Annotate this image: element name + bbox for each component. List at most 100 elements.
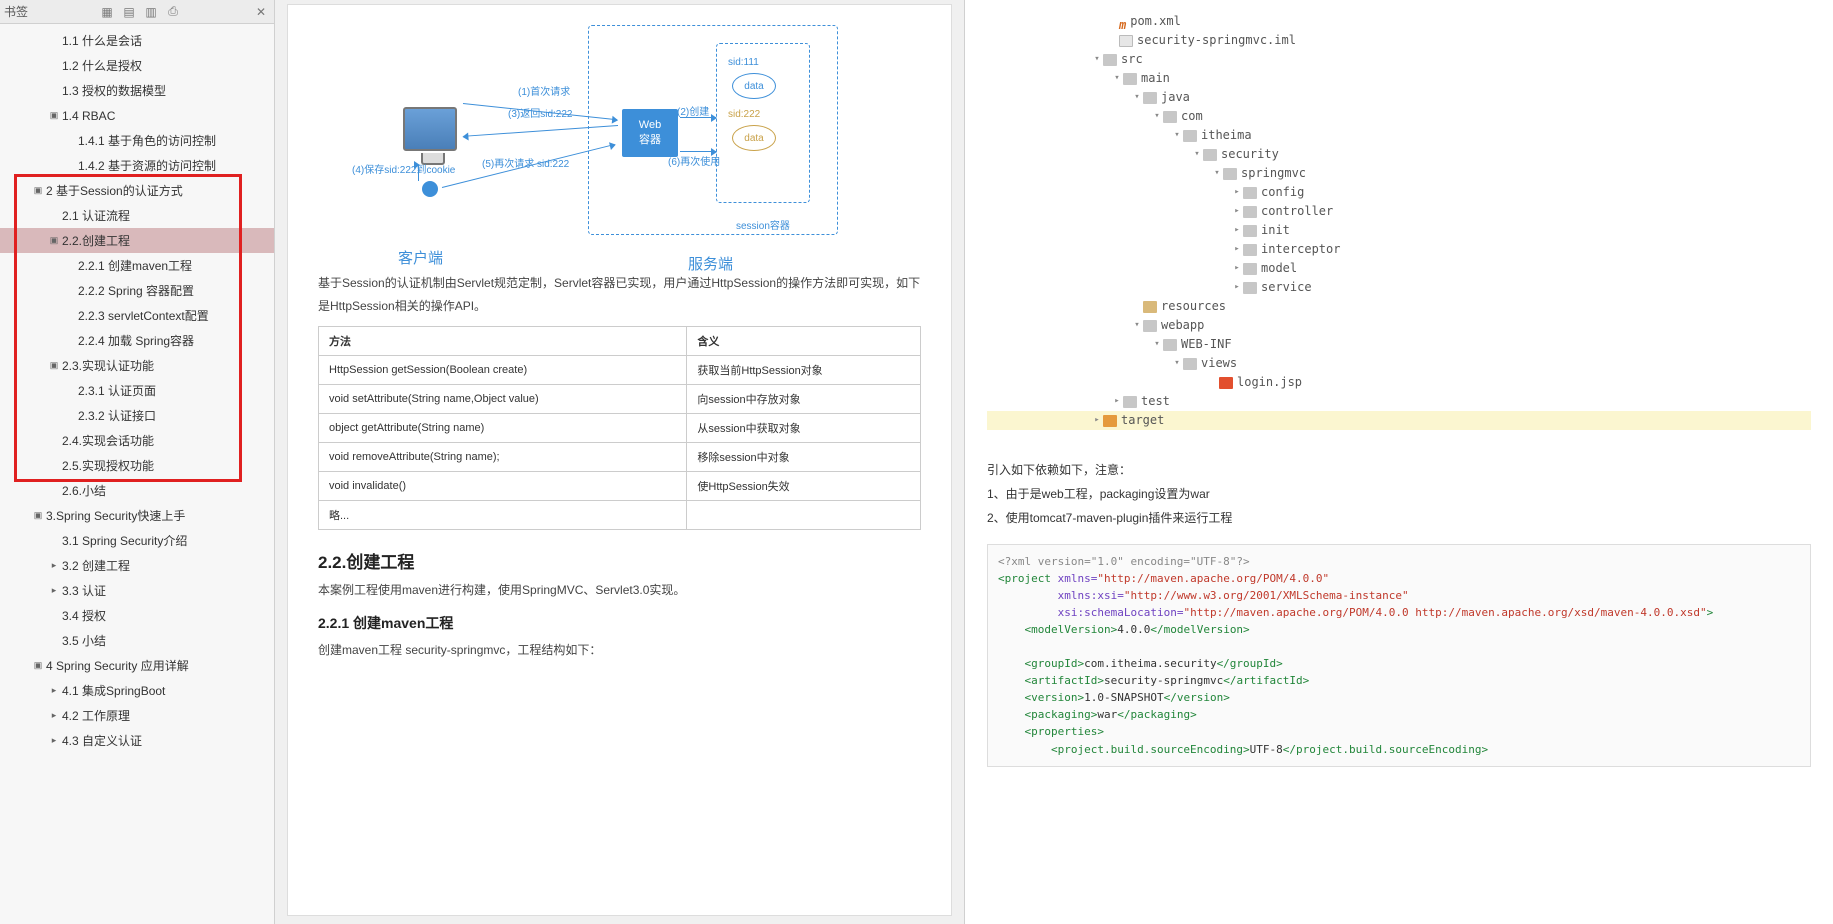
toc-item[interactable]: 2.1 认证流程 — [0, 203, 274, 228]
toc-item[interactable]: 2.5.实现授权功能 — [0, 453, 274, 478]
toc-item[interactable]: ▸3.3 认证 — [0, 578, 274, 603]
twisty-icon[interactable] — [48, 535, 60, 547]
twisty-icon[interactable]: ▾ — [1151, 107, 1163, 126]
twisty-icon[interactable] — [64, 410, 76, 422]
toc-item[interactable]: ▣4 Spring Security 应用详解 — [0, 653, 274, 678]
tree-row[interactable]: ▸config — [987, 183, 1811, 202]
toc-item[interactable]: ▣1.4 RBAC — [0, 103, 274, 128]
twisty-icon[interactable]: ▸ — [1231, 259, 1243, 278]
toc-item[interactable]: 1.4.2 基于资源的访问控制 — [0, 153, 274, 178]
tree-row[interactable]: ▾WEB-INF — [987, 335, 1811, 354]
tree-row[interactable]: mpom.xml — [987, 12, 1811, 31]
tree-row[interactable]: ▸service — [987, 278, 1811, 297]
tree-row[interactable]: ▸target — [987, 411, 1811, 430]
twisty-icon[interactable]: ▾ — [1191, 145, 1203, 164]
twisty-icon[interactable]: ▸ — [1231, 202, 1243, 221]
twisty-icon[interactable]: ▾ — [1171, 354, 1183, 373]
toc-item[interactable]: ▸4.2 工作原理 — [0, 703, 274, 728]
tree-row[interactable]: ▾itheima — [987, 126, 1811, 145]
tree-row[interactable]: ▾security — [987, 145, 1811, 164]
twisty-icon[interactable]: ▾ — [1131, 88, 1143, 107]
toc-item[interactable]: 3.5 小结 — [0, 628, 274, 653]
toc-item[interactable]: 2.4.实现会话功能 — [0, 428, 274, 453]
tree-row[interactable]: security-springmvc.iml — [987, 31, 1811, 50]
tree-row[interactable]: ▸interceptor — [987, 240, 1811, 259]
toc-item[interactable]: 2.2.1 创建maven工程 — [0, 253, 274, 278]
tree-row[interactable]: ▾webapp — [987, 316, 1811, 335]
toc-item[interactable]: 3.4 授权 — [0, 603, 274, 628]
toc-item[interactable]: 2.3.2 认证接口 — [0, 403, 274, 428]
twisty-icon[interactable]: ▾ — [1211, 164, 1223, 183]
tree-row[interactable]: ▸model — [987, 259, 1811, 278]
toc-tree[interactable]: 1.1 什么是会话1.2 什么是授权1.3 授权的数据模型▣1.4 RBAC1.… — [0, 24, 274, 924]
twisty-icon[interactable]: ▣ — [32, 510, 44, 522]
twisty-icon[interactable] — [48, 35, 60, 47]
tree-row[interactable]: ▸init — [987, 221, 1811, 240]
twisty-icon[interactable]: ▾ — [1171, 126, 1183, 145]
options-icon[interactable]: ▥ — [142, 3, 160, 21]
collapse-all-icon[interactable]: ▤ — [120, 3, 138, 21]
twisty-icon[interactable]: ▸ — [1231, 240, 1243, 259]
tree-row[interactable]: resources — [987, 297, 1811, 316]
twisty-icon[interactable] — [48, 460, 60, 472]
print-icon[interactable]: ⎙ — [164, 3, 182, 21]
twisty-icon[interactable]: ▣ — [32, 185, 44, 197]
twisty-icon[interactable]: ▸ — [48, 735, 60, 747]
twisty-icon[interactable] — [48, 610, 60, 622]
toc-item[interactable]: 2.2.2 Spring 容器配置 — [0, 278, 274, 303]
twisty-icon[interactable]: ▾ — [1131, 316, 1143, 335]
tree-row[interactable]: ▸controller — [987, 202, 1811, 221]
toc-item[interactable]: 1.3 授权的数据模型 — [0, 78, 274, 103]
project-file-tree[interactable]: mpom.xmlsecurity-springmvc.iml▾src▾main▾… — [987, 12, 1811, 430]
twisty-icon[interactable]: ▣ — [48, 235, 60, 247]
twisty-icon[interactable] — [48, 635, 60, 647]
toc-item[interactable]: ▣3.Spring Security快速上手 — [0, 503, 274, 528]
toc-item[interactable]: 2.3.1 认证页面 — [0, 378, 274, 403]
tree-row[interactable]: ▾com — [987, 107, 1811, 126]
toc-item[interactable]: ▸4.3 自定义认证 — [0, 728, 274, 753]
tree-row[interactable]: ▾src — [987, 50, 1811, 69]
twisty-icon[interactable] — [64, 335, 76, 347]
tree-row[interactable]: ▸test — [987, 392, 1811, 411]
tree-row[interactable]: ▾springmvc — [987, 164, 1811, 183]
toc-item[interactable]: 2.6.小结 — [0, 478, 274, 503]
toc-item[interactable]: ▣2.3.实现认证功能 — [0, 353, 274, 378]
toc-item[interactable]: 1.2 什么是授权 — [0, 53, 274, 78]
toc-item[interactable]: 3.1 Spring Security介绍 — [0, 528, 274, 553]
twisty-icon[interactable]: ▾ — [1111, 69, 1123, 88]
twisty-icon[interactable]: ▸ — [1091, 411, 1103, 430]
twisty-icon[interactable] — [64, 260, 76, 272]
expand-all-icon[interactable]: ▦ — [98, 3, 116, 21]
tree-row[interactable]: login.jsp — [987, 373, 1811, 392]
toc-item[interactable]: ▸3.2 创建工程 — [0, 553, 274, 578]
twisty-icon[interactable]: ▸ — [48, 560, 60, 572]
twisty-icon[interactable] — [48, 60, 60, 72]
twisty-icon[interactable]: ▣ — [48, 360, 60, 372]
twisty-icon[interactable] — [48, 85, 60, 97]
twisty-icon[interactable]: ▸ — [1231, 278, 1243, 297]
toc-item[interactable]: ▸4.1 集成SpringBoot — [0, 678, 274, 703]
twisty-icon[interactable] — [48, 435, 60, 447]
tree-row[interactable]: ▾views — [987, 354, 1811, 373]
twisty-icon[interactable] — [64, 135, 76, 147]
twisty-icon[interactable]: ▸ — [1231, 183, 1243, 202]
toc-item[interactable]: ▣2.2.创建工程 — [0, 228, 274, 253]
tree-row[interactable]: ▾java — [987, 88, 1811, 107]
twisty-icon[interactable]: ▾ — [1091, 50, 1103, 69]
twisty-icon[interactable]: ▸ — [1111, 392, 1123, 411]
twisty-icon[interactable]: ▸ — [48, 585, 60, 597]
close-icon[interactable]: ✕ — [252, 3, 270, 21]
twisty-icon[interactable] — [64, 385, 76, 397]
toc-item[interactable]: 2.2.3 servletContext配置 — [0, 303, 274, 328]
twisty-icon[interactable] — [48, 210, 60, 222]
twisty-icon[interactable] — [48, 485, 60, 497]
twisty-icon[interactable]: ▸ — [48, 685, 60, 697]
toc-item[interactable]: 1.4.1 基于角色的访问控制 — [0, 128, 274, 153]
tree-row[interactable]: ▾main — [987, 69, 1811, 88]
twisty-icon[interactable] — [64, 285, 76, 297]
toc-item[interactable]: 1.1 什么是会话 — [0, 28, 274, 53]
twisty-icon[interactable]: ▸ — [48, 710, 60, 722]
twisty-icon[interactable]: ▣ — [32, 660, 44, 672]
toc-item[interactable]: ▣2 基于Session的认证方式 — [0, 178, 274, 203]
twisty-icon[interactable]: ▣ — [48, 110, 60, 122]
